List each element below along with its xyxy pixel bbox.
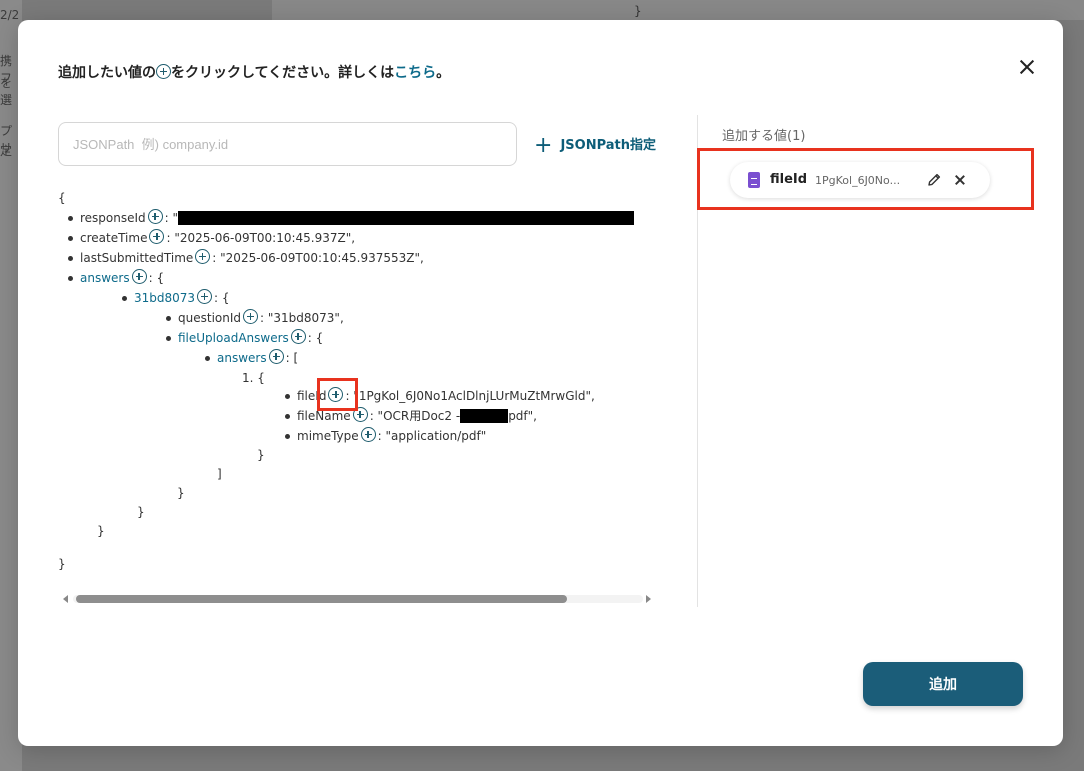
scroll-right-arrow-icon[interactable] — [646, 595, 651, 603]
redacted-block — [178, 211, 635, 225]
add-circle-icon — [156, 64, 171, 79]
scroll-left-arrow-icon[interactable] — [63, 595, 68, 603]
tree-row-answers: answers : { — [68, 268, 165, 288]
background-fragment: 2/2 — [0, 8, 20, 22]
tree-row-responseId: responseId : " — [68, 208, 635, 228]
tree-row-lastSubmittedTime: lastSubmittedTime : "2025-06-09T00:10:45.… — [68, 248, 424, 268]
bullet — [285, 414, 290, 419]
responseId-sep: : " — [164, 211, 179, 225]
add-button[interactable]: 追加 — [863, 662, 1023, 706]
add-lastSubmittedTime-icon[interactable] — [195, 249, 211, 264]
background-brace: } — [634, 4, 642, 18]
add-createTime-icon[interactable] — [149, 229, 165, 244]
tree-row-fileUploadAnswers: fileUploadAnswers : { — [166, 328, 324, 348]
key-question-id[interactable]: 31bd8073 — [134, 291, 195, 305]
jsonpath-button-label: JSONPath指定 — [560, 138, 656, 153]
value-fileName-suffix: pdf", — [508, 409, 537, 423]
highlight-box-fileId-plus — [317, 378, 358, 411]
close-answers-brace: } — [97, 524, 105, 538]
tree-row-mimeType: mimeType : "application/pdf" — [285, 426, 487, 446]
close-question-brace: } — [137, 505, 145, 519]
modal-title-before: 追加したい値の — [58, 65, 156, 81]
key-createTime: createTime — [80, 231, 148, 245]
value-question: : { — [214, 291, 230, 305]
add-questionId-icon[interactable] — [243, 309, 258, 324]
background-code-panel: } — [272, 0, 1084, 20]
json-open-brace: { — [58, 191, 66, 205]
value-fileUploadAnswers: : { — [307, 331, 324, 345]
value-lastSubmittedTime: : "2025-06-09T00:10:45.937553Z", — [212, 251, 424, 265]
bullet — [68, 276, 73, 281]
close-array-bracket: ] — [217, 467, 222, 481]
bullet — [205, 356, 210, 361]
modal-title: 追加したい値の をクリックしてください。詳しくはこちら。 — [58, 62, 450, 82]
value-fileId: : "1PgKol_6J0No1AclDlnjLUrMuZtMrwGld", — [345, 389, 595, 403]
key-answers[interactable]: answers — [80, 271, 130, 285]
jsonpath-button[interactable]: + JSONPath指定 — [534, 133, 656, 158]
bullet — [285, 394, 290, 399]
value-answers: : { — [148, 271, 165, 285]
add-mimeType-icon[interactable] — [360, 427, 376, 442]
add-responseId-icon[interactable] — [147, 209, 163, 224]
redacted-block — [460, 409, 509, 423]
modal-title-after: をクリックしてください。詳しくは — [171, 65, 395, 81]
add-answers-icon[interactable] — [131, 269, 147, 284]
close-fua-brace: } — [177, 486, 185, 500]
key-questionId: questionId — [178, 311, 241, 325]
tree-row-questionId: questionId : "31bd8073", — [166, 308, 344, 328]
bullet — [122, 296, 127, 301]
key-mimeType: mimeType — [297, 429, 359, 443]
key-inner-answers[interactable]: answers — [217, 351, 267, 365]
added-values-header: 追加する値(1) — [722, 129, 806, 144]
key-lastSubmittedTime: lastSubmittedTime — [80, 251, 194, 265]
value-createTime: : "2025-06-09T00:10:45.937Z", — [166, 231, 356, 245]
tree-array-item-index: 1. { — [242, 371, 265, 385]
highlight-box-added-value — [697, 148, 1034, 210]
value-inner-answers: : [ — [285, 351, 299, 365]
key-fileUploadAnswers[interactable]: fileUploadAnswers — [178, 331, 289, 345]
bullet — [68, 216, 73, 221]
close-item-brace: } — [257, 448, 265, 462]
bullet — [166, 316, 171, 321]
json-tree: { responseId : " createTime : "2025-06-09T… — [58, 188, 660, 578]
value-mimeType: : "application/pdf" — [377, 429, 487, 443]
bullet — [68, 236, 73, 241]
modal-title-end: 。 — [436, 65, 451, 81]
key-responseId: responseId — [80, 211, 146, 225]
add-question-icon[interactable] — [197, 289, 213, 304]
horizontal-scrollbar-thumb[interactable] — [76, 595, 567, 603]
close-root-brace: } — [58, 557, 66, 571]
add-fileUploadAnswers-icon[interactable] — [290, 329, 306, 344]
key-fileName: fileName — [297, 409, 351, 423]
close-icon[interactable] — [1016, 56, 1038, 78]
tree-row-inner-answers: answers : [ — [205, 348, 299, 368]
value-fileName-prefix: : "OCR用Doc2 - — [369, 409, 461, 423]
add-inner-answers-icon[interactable] — [268, 349, 284, 364]
add-value-modal: 追加したい値のをクリックしてください。詳しくはこちら。 +JSONPath指定 … — [18, 20, 1063, 746]
tree-row-createTime: createTime : "2025-06-09T00:10:45.937Z", — [68, 228, 356, 248]
bullet — [68, 256, 73, 261]
plus-icon: + — [534, 133, 553, 158]
jsonpath-input[interactable] — [58, 122, 517, 166]
tree-row-question: 31bd8073 : { — [122, 288, 230, 308]
bullet — [285, 434, 290, 439]
help-link[interactable]: こちら — [394, 65, 436, 81]
bullet — [166, 336, 171, 341]
value-questionId: : "31bd8073", — [260, 311, 344, 325]
background-fragment: 定 — [0, 144, 13, 158]
